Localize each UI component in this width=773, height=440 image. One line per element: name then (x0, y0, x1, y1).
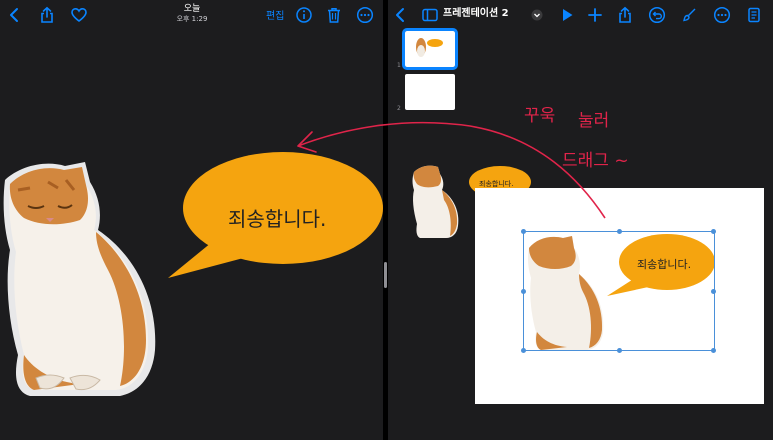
resize-handle[interactable] (521, 289, 526, 294)
document-title[interactable]: 프레젠테이션 2 (443, 6, 509, 22)
resize-handle[interactable] (617, 348, 622, 353)
keynote-pane: 프레젠테이션 2 1 2 죄송합니다. 죄송합니다. (388, 0, 773, 440)
slide[interactable]: 죄송합니다. (475, 188, 764, 404)
sidebar-icon[interactable] (421, 6, 439, 24)
plus-icon[interactable] (586, 6, 604, 24)
share-icon[interactable] (38, 6, 56, 24)
annotation-press-text: 꾸욱 (524, 106, 556, 126)
slide-canvas-area: 죄송합니다. 죄송합니다. (412, 28, 773, 440)
photo-time-subtitle: 오후 1:29 (176, 15, 208, 23)
slide-thumbnail-2[interactable] (405, 74, 455, 110)
chevron-down-icon[interactable] (528, 6, 546, 24)
resize-handle[interactable] (521, 229, 526, 234)
info-icon[interactable] (295, 6, 313, 24)
resize-handle[interactable] (711, 348, 716, 353)
resize-handle[interactable] (521, 348, 526, 353)
selection-box (521, 229, 716, 353)
more-icon[interactable] (356, 6, 374, 24)
document-icon[interactable] (745, 6, 763, 24)
resize-handle[interactable] (711, 289, 716, 294)
split-view-handle[interactable] (384, 262, 387, 288)
share-icon[interactable] (616, 6, 634, 24)
photos-pane: 오늘 오후 1:29 편집 죄송합니다. (0, 0, 383, 440)
resize-handle[interactable] (711, 229, 716, 234)
bubble-text: 죄송합니다. (228, 207, 327, 231)
play-icon[interactable] (558, 6, 576, 24)
undo-icon[interactable] (648, 6, 666, 24)
annotation-drag-text: 드래그 ~ (562, 151, 629, 171)
cat-sticker-image[interactable] (0, 160, 160, 400)
annotation-hold-text: 눌러 (578, 111, 610, 131)
resize-handle[interactable] (617, 229, 622, 234)
heart-icon[interactable] (70, 6, 88, 24)
chevron-left-icon[interactable] (392, 6, 410, 24)
photo-date-title: 오늘 (183, 4, 201, 14)
more-icon[interactable] (713, 6, 731, 24)
trash-icon[interactable] (325, 6, 343, 24)
slide-number: 1 (397, 62, 401, 69)
drag-preview-cat (410, 164, 460, 240)
chevron-left-icon[interactable] (6, 6, 24, 24)
slide-thumbnail-1[interactable] (402, 28, 458, 70)
slide-number: 2 (397, 105, 401, 112)
format-brush-icon[interactable] (680, 6, 698, 24)
edit-button[interactable]: 편집 (266, 7, 284, 22)
